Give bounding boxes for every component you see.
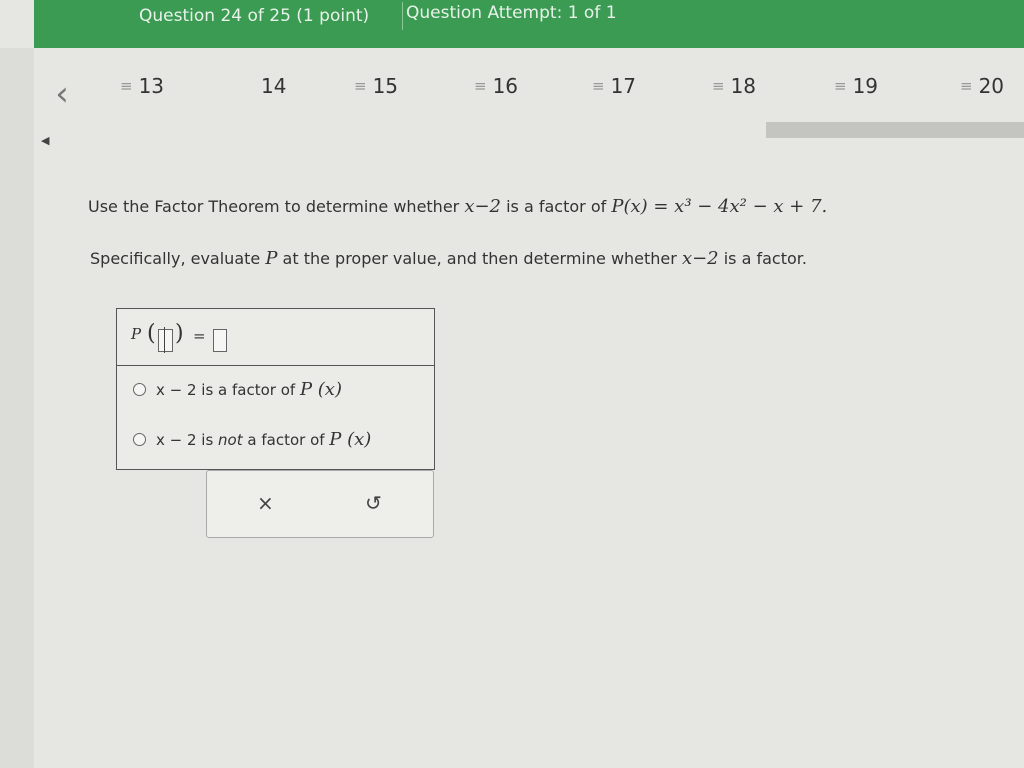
question-nav-20[interactable]: ≡ 20 (960, 74, 1004, 98)
question-number: 20 (978, 74, 1005, 98)
answered-icon: ≡ (474, 77, 487, 95)
question-number: 19 (852, 74, 879, 98)
answer-tools: × ↺ (206, 470, 434, 538)
instruction-mid: at the proper value, and then determine … (277, 249, 682, 268)
option-label: x − 2 is not a factor of P (x) (156, 429, 372, 450)
header-divider (402, 2, 403, 30)
p-symbol: P (265, 248, 278, 269)
answer-box: P ( ) = x − 2 is a factor of P (x) x − 2… (116, 308, 435, 470)
question-number: 15 (372, 74, 399, 98)
question-nav-18[interactable]: ≡ 18 (712, 74, 756, 98)
text-cursor (164, 327, 165, 353)
collapse-arrow-icon[interactable]: ◀ (41, 134, 49, 147)
question-number: 13 (138, 74, 165, 98)
answered-icon: ≡ (834, 77, 847, 95)
undo-icon[interactable]: ↺ (365, 491, 382, 515)
instruction-suffix: is a factor. (718, 249, 807, 268)
answered-icon: ≡ (120, 77, 133, 95)
option-is-not-factor[interactable]: x − 2 is not a factor of P (x) (133, 429, 371, 450)
question-nav-19[interactable]: ≡ 19 (834, 74, 878, 98)
question-nav-16[interactable]: ≡ 16 (474, 74, 518, 98)
radio-button[interactable] (133, 383, 146, 396)
close-paren: ) (175, 321, 184, 346)
radio-button[interactable] (133, 433, 146, 446)
header-bar: Question 24 of 25 (1 point) Question Att… (34, 0, 1024, 48)
instruction-prefix: Specifically, evaluate (90, 249, 266, 268)
polynomial-expression: P(x) = x³ − 4x² − x + 7. (611, 196, 828, 217)
option-label: x − 2 is a factor of P (x) (156, 379, 342, 400)
factor-expression-2: x−2 (681, 248, 719, 269)
question-number: 17 (610, 74, 637, 98)
question-line-2: Specifically, evaluate P at the proper v… (90, 248, 807, 269)
open-paren: ( (147, 321, 156, 346)
answered-icon: ≡ (712, 77, 725, 95)
answered-icon: ≡ (354, 77, 367, 95)
question-number: 18 (730, 74, 757, 98)
left-strip (0, 48, 34, 768)
question-line-1: Use the Factor Theorem to determine whet… (88, 196, 827, 217)
question-counter: Question 24 of 25 (1 point) (139, 6, 370, 26)
question-text-mid: is a factor of (501, 197, 612, 216)
question-nav-14[interactable]: 14 (261, 74, 286, 98)
x-value-input[interactable] (158, 329, 173, 352)
option-is-factor[interactable]: x − 2 is a factor of P (x) (133, 379, 342, 400)
clear-icon[interactable]: × (257, 491, 274, 515)
evaluation-row: P ( ) = (117, 309, 434, 366)
answered-icon: ≡ (960, 77, 973, 95)
question-navigator: ‹ ≡ 13 14 ≡ 15 ≡ 16 ≡ 17 ≡ 18 ≡ 19 ≡ 20 (34, 48, 1024, 128)
answered-icon: ≡ (592, 77, 605, 95)
attempt-counter: Question Attempt: 1 of 1 (406, 3, 617, 23)
question-nav-13[interactable]: ≡ 13 (120, 74, 164, 98)
progress-bar (766, 122, 1024, 138)
factor-expression: x−2 (464, 196, 502, 217)
p-label: P (131, 325, 142, 343)
question-nav-17[interactable]: ≡ 17 (592, 74, 636, 98)
equals-sign: = (193, 327, 206, 345)
p-value-input[interactable] (213, 329, 227, 352)
chevron-left-icon[interactable]: ‹ (44, 76, 80, 112)
question-nav-15[interactable]: ≡ 15 (354, 74, 398, 98)
question-text-prefix: Use the Factor Theorem to determine whet… (88, 197, 465, 216)
question-number: 16 (492, 74, 519, 98)
question-number: 14 (261, 74, 287, 98)
